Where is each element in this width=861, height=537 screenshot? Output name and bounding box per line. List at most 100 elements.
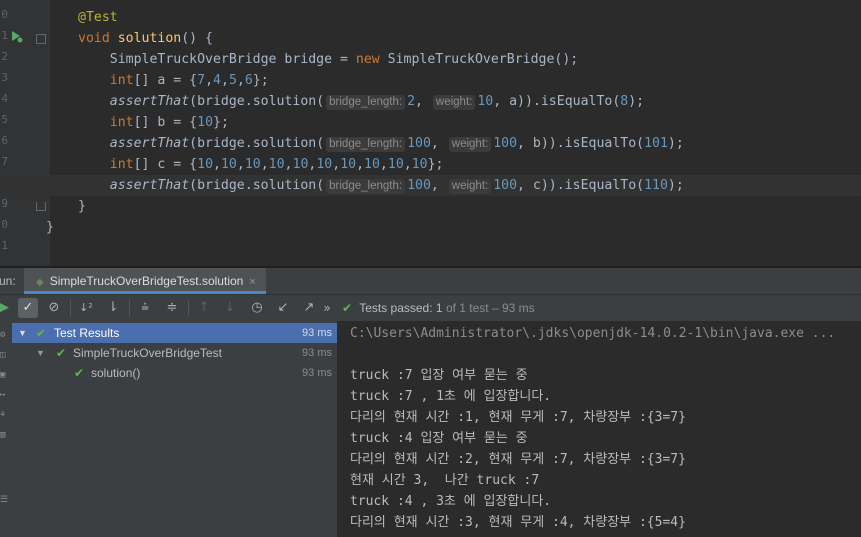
code-token: 10: [220, 157, 237, 172]
tree-time: 93 ms: [302, 367, 332, 379]
code-token: [] c = {: [133, 157, 198, 172]
code-token: 5: [228, 73, 237, 88]
code-text: int[] c = {10,10,10,10,10,10,10,10,10,10…: [78, 154, 444, 175]
tab-title: SimpleTruckOverBridgeTest.solution: [49, 274, 244, 288]
history-icon[interactable]: ◷: [247, 298, 267, 318]
rerun-icon[interactable]: ▶: [0, 298, 14, 318]
exit-icon[interactable]: ↦: [0, 391, 8, 400]
passed-check-icon: ✔: [36, 326, 47, 340]
code-line[interactable]: }: [0, 217, 861, 238]
pin-icon[interactable]: ◫: [0, 351, 8, 360]
code-token: };: [213, 115, 229, 130]
code-token: 10: [411, 157, 428, 172]
collapse-all-icon[interactable]: ≑: [162, 298, 182, 318]
code-token: int: [109, 115, 134, 130]
layout-icon[interactable]: ▥: [0, 431, 8, 440]
code-editor[interactable]: 012345678901 @Testvoid solution() { Simp…: [0, 0, 861, 266]
tests-status: ✔ Tests passed: 1 of 1 test – 93 ms: [342, 301, 535, 315]
code-token: }: [46, 220, 54, 235]
code-token: 10: [364, 157, 380, 172]
code-token: void: [78, 31, 118, 46]
code-text: assertThat(bridge.solution(bridge_length…: [78, 175, 684, 196]
parameter-hint: weight:: [448, 137, 492, 152]
run-test-icon[interactable]: [11, 31, 23, 43]
fold-end-icon[interactable]: [36, 202, 46, 211]
parameter-hint: weight:: [432, 95, 476, 110]
code-token: ,: [379, 157, 388, 172]
sort-duration-icon[interactable]: ⇂: [103, 298, 123, 318]
code-text: }: [46, 217, 54, 238]
code-text: int[] b = {10};: [78, 112, 229, 133]
tree-row-test-class[interactable]: ▼ ✔ SimpleTruckOverBridgeTest 93 ms: [12, 343, 337, 363]
more-icon[interactable]: »: [317, 298, 337, 318]
code-token: SimpleTruckOverBridge();: [387, 52, 579, 67]
console-command: C:\Users\Administrator\.jdks\openjdk-14.…: [350, 326, 836, 341]
plugin-icon[interactable]: ⚘: [0, 411, 8, 420]
code-token: 100: [407, 178, 431, 193]
code-token: , a)).isEqualTo(: [493, 94, 621, 109]
code-line[interactable]: int[] b = {10};: [0, 112, 861, 133]
console-line: truck :7 입장 여부 묻는 중: [350, 368, 528, 383]
code-token: 10: [292, 157, 309, 172]
settings-icon[interactable]: ⚙: [0, 331, 8, 340]
import-icon[interactable]: ↙: [273, 298, 293, 318]
code-token: SimpleTruckOverBridge bridge =: [78, 52, 356, 67]
code-line[interactable]: assertThat(bridge.solution(bridge_length…: [0, 91, 861, 112]
tree-label: SimpleTruckOverBridgeTest: [73, 346, 222, 360]
code-line[interactable]: int[] c = {10,10,10,10,10,10,10,10,10,10…: [0, 154, 861, 175]
code-token: }: [78, 199, 86, 214]
expand-arrow-icon[interactable]: ▼: [18, 323, 27, 343]
fold-marker-icon[interactable]: [36, 34, 46, 44]
test-results-tree[interactable]: ▼ ✔ Test Results 93 ms ▼ ✔ SimpleTruckOv…: [12, 321, 338, 537]
code-token: 10: [244, 157, 261, 172]
code-line[interactable]: void solution() {: [0, 28, 861, 49]
tab-run-config[interactable]: ◆ SimpleTruckOverBridgeTest.solution ×: [24, 268, 266, 294]
code-line[interactable]: assertThat(bridge.solution(bridge_length…: [0, 175, 861, 196]
status-count: 1: [435, 301, 443, 315]
camera-icon[interactable]: ▣: [0, 371, 8, 380]
code-token: );: [667, 136, 684, 151]
tree-row-test-results[interactable]: ▼ ✔ Test Results 93 ms: [12, 323, 337, 343]
code-token: ,: [284, 157, 293, 172]
test-config-icon: ◆: [36, 277, 44, 288]
expand-arrow-icon[interactable]: ▼: [36, 343, 45, 363]
code-token: 10: [387, 157, 404, 172]
console-output[interactable]: C:\Users\Administrator\.jdks\openjdk-14.…: [338, 321, 861, 537]
code-text: int[] a = {7,4,5,6};: [78, 70, 269, 91]
list-icon[interactable]: ☰: [0, 496, 8, 505]
down-arrow-icon[interactable]: ↓: [220, 298, 240, 318]
run-label: un:: [0, 274, 16, 288]
sort-alpha-icon[interactable]: ↓²: [76, 298, 96, 318]
expand-all-icon[interactable]: ⩮: [135, 298, 155, 318]
passed-check-icon: ✔: [56, 346, 67, 360]
export-icon[interactable]: ↗: [299, 298, 319, 318]
code-line[interactable]: @Test: [0, 7, 861, 28]
code-token: 2: [407, 94, 416, 109]
code-token: ,: [415, 94, 431, 109]
status-suffix: of 1 test – 93 ms: [445, 301, 535, 315]
code-token: };: [427, 157, 444, 172]
up-arrow-icon[interactable]: ↑: [194, 298, 214, 318]
code-token: 10: [268, 157, 285, 172]
tree-row-test-method[interactable]: ✔ solution() 93 ms: [12, 363, 337, 383]
code-token: ,: [430, 136, 447, 151]
code-line[interactable]: }: [0, 196, 861, 217]
show-passed-icon[interactable]: ✓: [18, 298, 38, 318]
code-line[interactable]: int[] a = {7,4,5,6};: [0, 70, 861, 91]
code-token: , c)).isEqualTo(: [517, 178, 645, 193]
code-token: (bridge.solution(: [189, 178, 325, 193]
line-number: 1: [1, 239, 8, 252]
code-text: SimpleTruckOverBridge bridge = new Simpl…: [78, 49, 578, 70]
show-ignored-icon[interactable]: ⊘: [44, 298, 64, 318]
code-line[interactable]: assertThat(bridge.solution(bridge_length…: [0, 133, 861, 154]
code-token: [] a = {: [133, 73, 198, 88]
close-icon[interactable]: ×: [249, 276, 255, 288]
code-token: );: [628, 94, 645, 109]
parameter-hint: bridge_length:: [326, 95, 406, 110]
code-line[interactable]: SimpleTruckOverBridge bridge = new Simpl…: [0, 49, 861, 70]
